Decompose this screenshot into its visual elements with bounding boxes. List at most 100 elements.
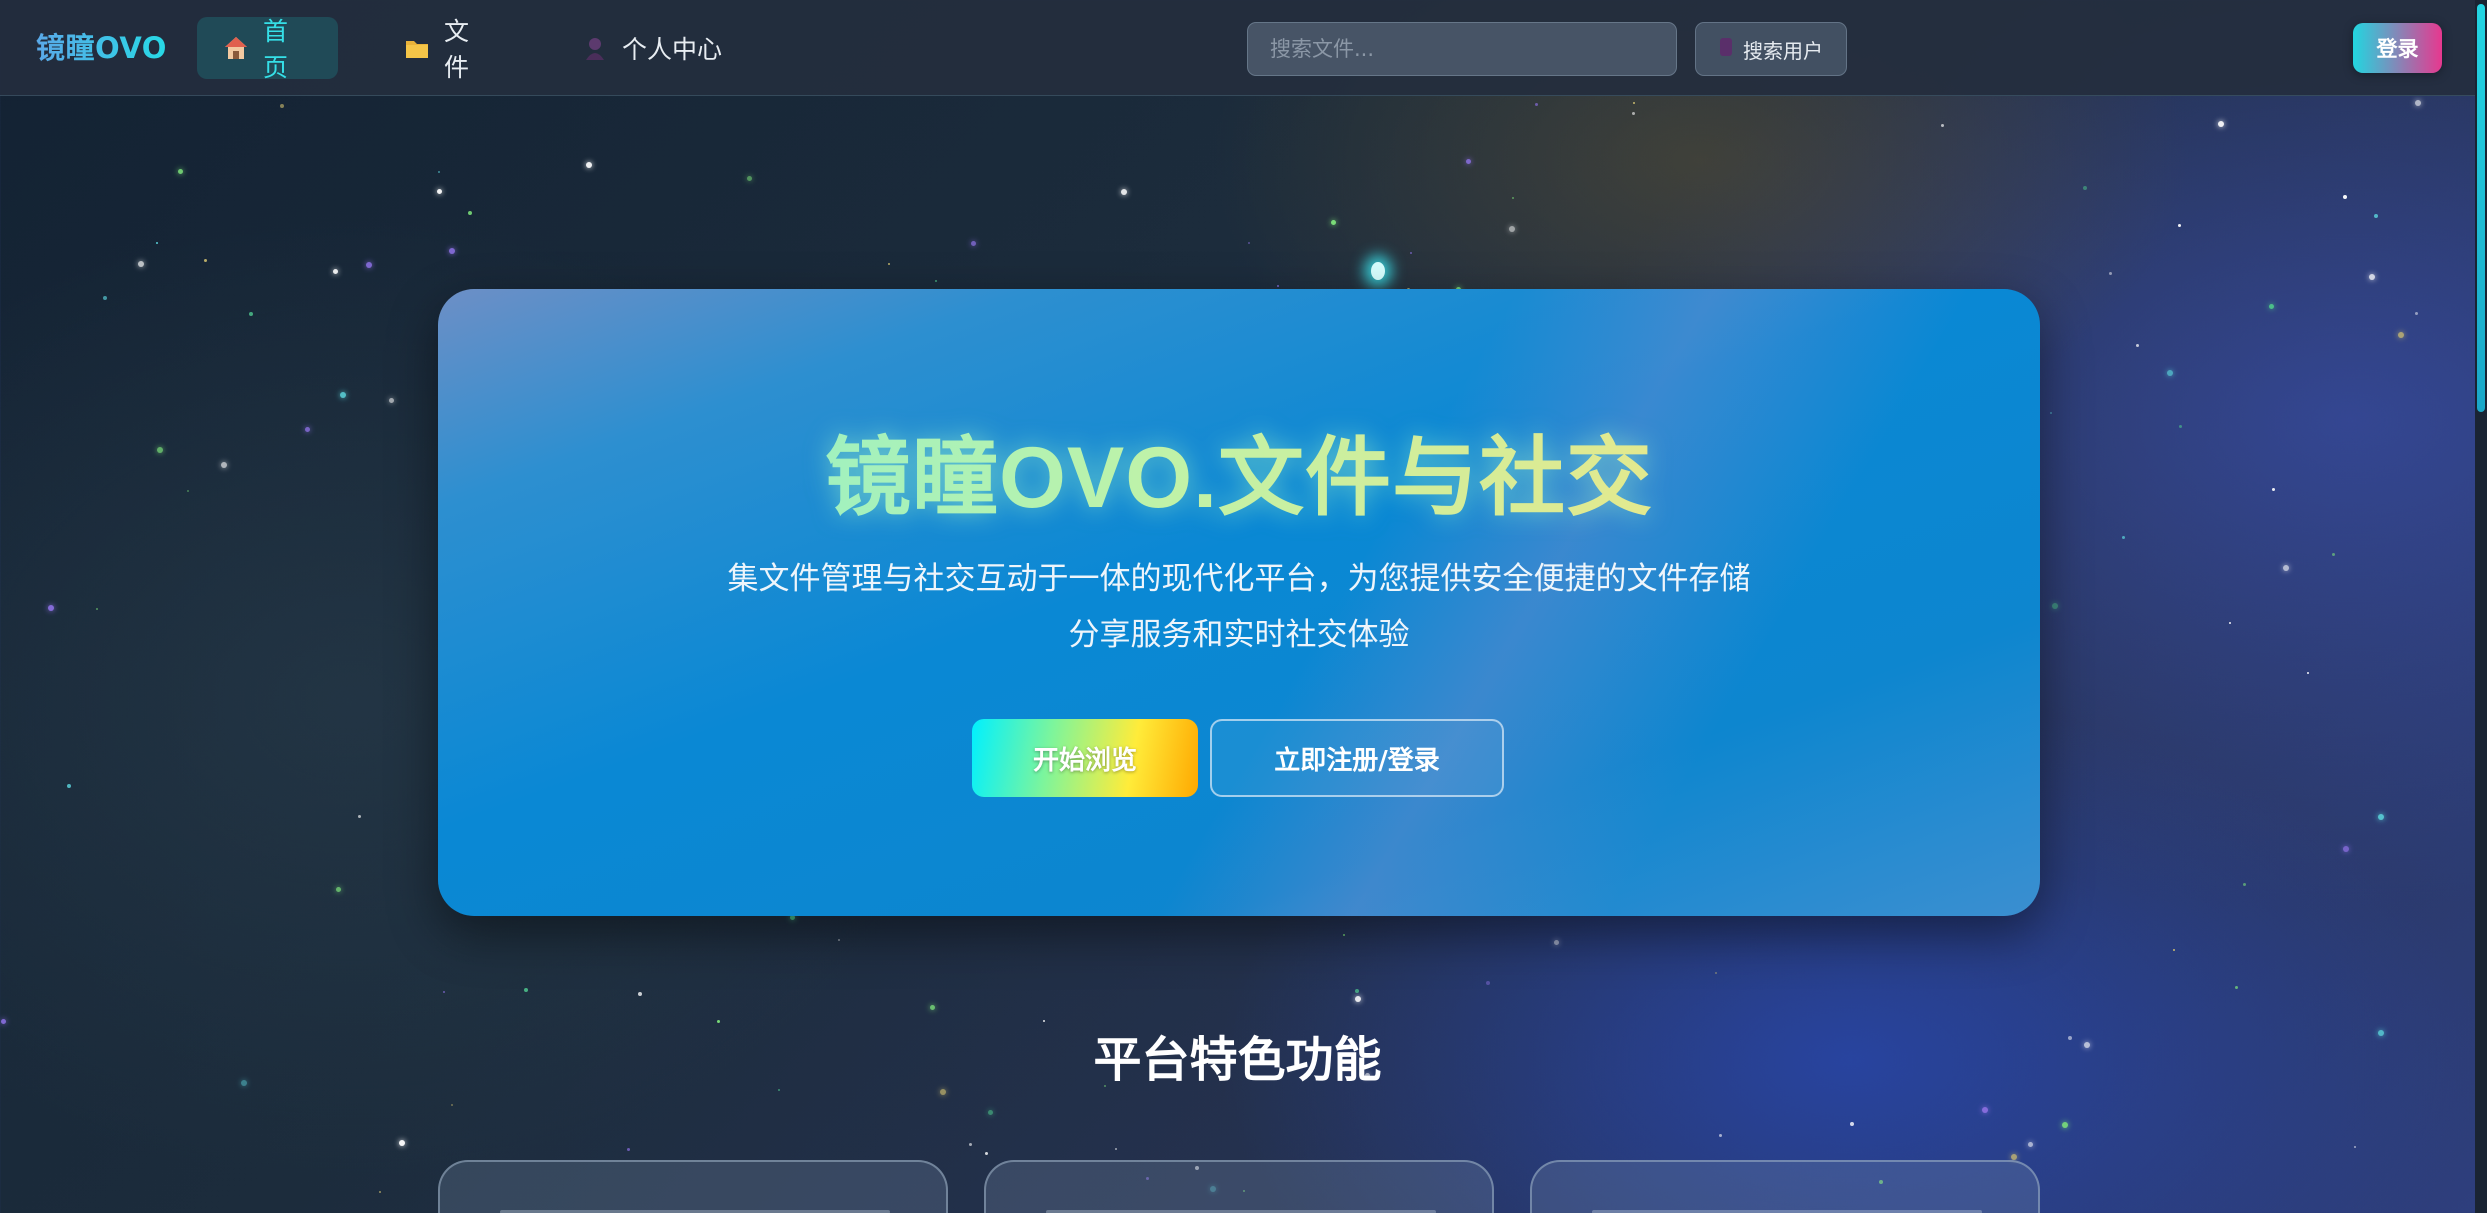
- star-particle: [1277, 285, 1279, 287]
- star-particle: [627, 1148, 630, 1151]
- star-particle: [2243, 883, 2246, 886]
- nav-item-files[interactable]: 文件: [378, 17, 518, 82]
- star-particle: [969, 1143, 972, 1146]
- hero-subtitle-line-2: 分享服务和实时社交体验: [1068, 617, 1410, 653]
- star-particle: [103, 296, 107, 300]
- star-particle: [2062, 1122, 2068, 1128]
- star-particle: [2052, 603, 2058, 609]
- star-particle: [2136, 344, 2139, 347]
- star-particle: [1343, 934, 1345, 936]
- start-browsing-button[interactable]: 开始浏览: [972, 719, 1198, 797]
- file-search-input[interactable]: [1247, 22, 1677, 76]
- feature-card[interactable]: [438, 1160, 948, 1213]
- star-particle: [157, 447, 163, 453]
- star-particle: [638, 992, 642, 996]
- star-particle: [838, 939, 840, 941]
- hero-banner: 镜瞳OVO.文件与社交 集文件管理与社交互动于一体的现代化平台，为您提供安全便捷…: [438, 289, 2040, 916]
- home-icon: [223, 35, 249, 61]
- star-particle: [988, 1110, 993, 1115]
- star-particle: [449, 248, 455, 254]
- brand-logo-text[interactable]: 镜瞳OVO: [36, 28, 167, 68]
- star-particle: [67, 784, 71, 788]
- star-particle: [2050, 412, 2052, 414]
- star-particle: [1486, 981, 1490, 985]
- star-particle: [249, 312, 253, 316]
- feature-card[interactable]: [984, 1160, 1494, 1213]
- star-particle: [1982, 1107, 1988, 1113]
- star-particle: [888, 263, 890, 265]
- star-particle: [468, 211, 472, 215]
- feature-card[interactable]: [1530, 1160, 2040, 1213]
- star-particle: [443, 991, 445, 993]
- star-particle: [524, 988, 528, 992]
- features-section-title: 平台特色功能: [1093, 1032, 1382, 1088]
- hero-subtitle-line-1: 集文件管理与社交互动于一体的现代化平台，为您提供安全便捷的文件存储: [727, 561, 1751, 597]
- star-particle: [1509, 226, 1515, 232]
- nav-profile-label: 个人中心: [622, 35, 723, 64]
- star-particle: [48, 605, 54, 611]
- star-particle: [1121, 189, 1127, 195]
- star-particle: [971, 241, 976, 246]
- star-particle: [2354, 1146, 2356, 1148]
- star-particle: [2178, 224, 2181, 227]
- star-particle: [336, 887, 341, 892]
- star-particle: [2028, 1142, 2033, 1147]
- star-particle: [2173, 949, 2175, 951]
- star-particle: [2378, 814, 2384, 820]
- star-particle: [178, 169, 183, 174]
- star-particle: [2343, 846, 2349, 852]
- star-particle: [204, 259, 207, 262]
- star-particle: [437, 189, 442, 194]
- star-particle: [2307, 672, 2309, 674]
- star-particle: [1535, 103, 1538, 106]
- star-particle: [2235, 986, 2238, 989]
- star-particle: [1850, 1122, 1854, 1126]
- star-particle: [1633, 102, 1635, 104]
- glowing-orb-decoration: [1371, 262, 1385, 280]
- star-particle: [221, 462, 227, 468]
- star-particle: [96, 608, 98, 610]
- star-particle: [2167, 370, 2173, 376]
- star-particle: [747, 176, 752, 181]
- star-particle: [2374, 214, 2378, 218]
- star-particle: [1248, 242, 1250, 244]
- search-user-label: 搜索用户: [1743, 38, 1823, 63]
- star-particle: [2122, 536, 2125, 539]
- star-particle: [1115, 1148, 1117, 1150]
- folder-icon: [404, 35, 430, 61]
- star-particle: [438, 171, 440, 173]
- star-particle: [2083, 186, 2087, 190]
- star-particle: [305, 427, 310, 432]
- star-particle: [1715, 972, 1717, 974]
- star-particle: [156, 242, 158, 244]
- star-particle: [1719, 1134, 1722, 1137]
- star-particle: [2109, 272, 2112, 275]
- star-particle: [2179, 425, 2182, 428]
- register-login-button[interactable]: 立即注册/登录: [1210, 719, 1504, 797]
- star-particle: [389, 398, 394, 403]
- search-user-button[interactable]: 搜索用户: [1695, 22, 1847, 76]
- star-particle: [366, 262, 372, 268]
- star-particle: [985, 1152, 988, 1155]
- nav-item-home[interactable]: 首页: [197, 17, 338, 82]
- star-particle: [1331, 220, 1336, 225]
- user-icon: [582, 35, 608, 61]
- star-particle: [2369, 274, 2375, 280]
- nav-home-label: 首页: [263, 17, 289, 82]
- top-navigation-bar: 镜瞳OVO 首页 文件 个人中心 搜索文件... 搜索用户 登录: [0, 0, 2475, 96]
- star-particle: [187, 490, 189, 492]
- star-particle: [2415, 100, 2421, 106]
- star-particle: [280, 104, 284, 108]
- star-particle: [1466, 159, 1471, 164]
- star-particle: [451, 1104, 453, 1106]
- star-particle: [2218, 121, 2224, 127]
- star-particle: [333, 269, 338, 274]
- login-button[interactable]: 登录: [2353, 23, 2442, 73]
- nav-item-profile[interactable]: 个人中心: [556, 17, 756, 79]
- scrollbar-thumb[interactable]: [2477, 4, 2485, 412]
- star-particle: [1554, 940, 1559, 945]
- star-particle: [2269, 304, 2274, 309]
- star-particle: [586, 162, 592, 168]
- star-particle: [2229, 622, 2231, 624]
- star-particle: [1410, 252, 1412, 254]
